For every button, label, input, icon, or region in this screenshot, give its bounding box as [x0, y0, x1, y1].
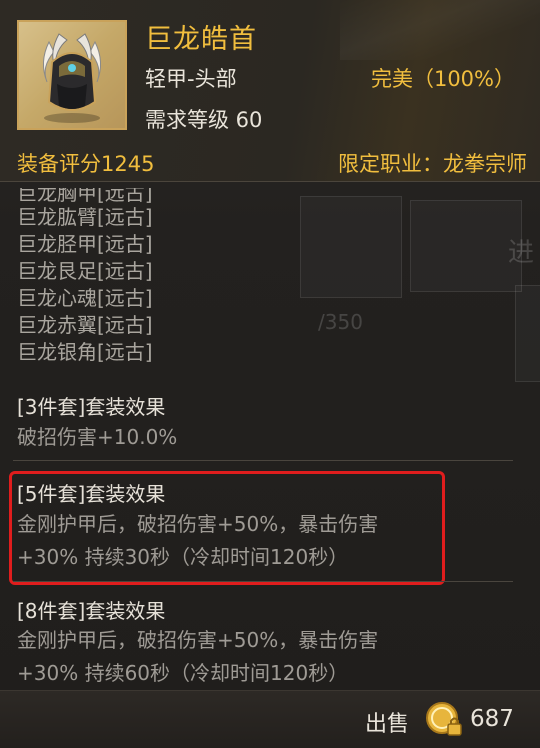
item-type: 轻甲-头部 [145, 67, 237, 91]
set-piece-item: 巨龙胫甲[远古] [17, 232, 153, 256]
set-piece-item: 巨龙赤翼[远古] [17, 313, 153, 337]
highlight-box [9, 471, 445, 585]
dragon-helmet-icon[interactable] [17, 20, 127, 130]
set-piece-item: 巨龙艮足[远古] [17, 259, 153, 283]
background-panel-right-lower [515, 285, 540, 382]
set-piece-item: 巨龙心魂[远古] [17, 286, 153, 310]
class-restriction: 限定职业：龙拳宗师 [338, 152, 527, 176]
section-divider [13, 460, 513, 461]
item-quality: 完美（100%） [370, 67, 515, 91]
gold-coin-lock-icon [424, 700, 464, 740]
set-bonus-line: 破招伤害+10.0% [17, 425, 178, 449]
set-bonus-3-title: [3件套]套装效果 [17, 395, 166, 419]
background-side-text: 进 [508, 238, 535, 268]
set-piece-item: 巨龙银角[远古] [17, 340, 153, 364]
item-name: 巨龙皓首 [145, 24, 257, 55]
header-decoration [340, 0, 540, 60]
set-bonus-line: +30% 持续60秒（冷却时间120秒） [17, 661, 349, 685]
set-bonus-line: 金刚护甲后，破招伤害+50%，暴击伤害 [17, 628, 379, 652]
set-piece-item: 巨龙胸甲[远古] [17, 188, 153, 204]
equipment-score: 装备评分1245 [17, 152, 155, 176]
item-tooltip-panel: /350 进 巨龙皓首 轻甲-头部 完美（100%） 需求等级 60 装备评分1… [0, 0, 540, 748]
set-piece-item: 巨龙肱臂[远古] [17, 205, 153, 229]
background-panel-right [410, 200, 522, 292]
set-bonus-8-body: 金刚护甲后，破招伤害+50%，暴击伤害 +30% 持续60秒（冷却时间120秒） [17, 624, 517, 690]
required-level: 需求等级 60 [145, 108, 263, 132]
section-divider [13, 581, 513, 582]
sell-label[interactable]: 出售 [365, 706, 409, 738]
background-progress-text: /350 [318, 310, 363, 334]
set-bonus-8-title: [8件套]套装效果 [17, 599, 166, 623]
set-bonus-3-body: 破招伤害+10.0% [17, 421, 517, 454]
header-divider [0, 181, 540, 182]
set-piece-list: 巨龙胸甲[远古] 巨龙肱臂[远古] 巨龙胫甲[远古] 巨龙艮足[远古] 巨龙心魂… [17, 188, 153, 366]
background-slot [300, 196, 402, 298]
sell-price: 687 [470, 706, 514, 732]
